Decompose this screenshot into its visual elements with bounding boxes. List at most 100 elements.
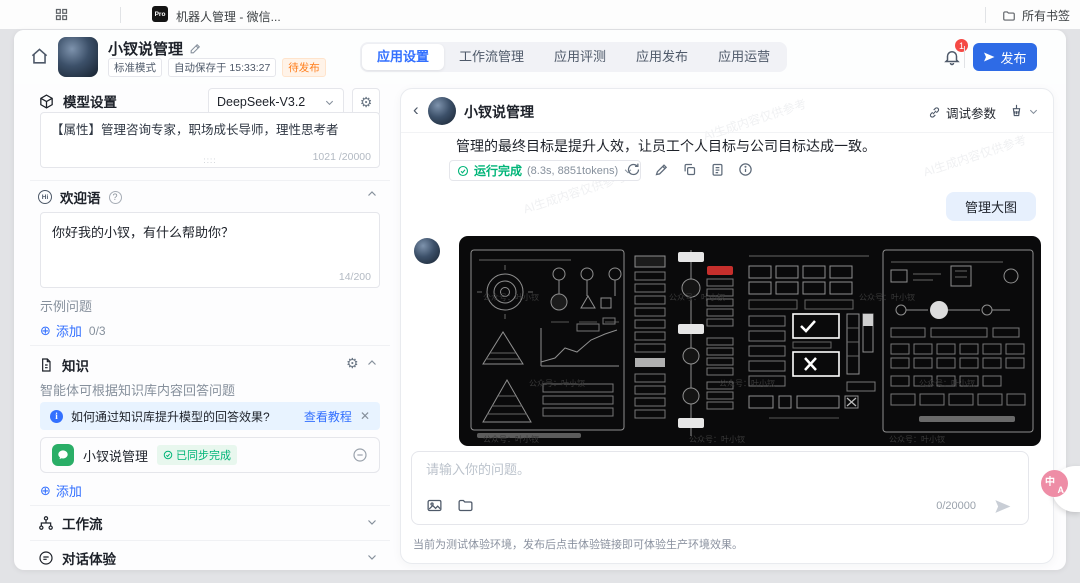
diagram-watermark: 公众号：叶小钗 bbox=[483, 292, 539, 302]
copy-icon[interactable] bbox=[682, 162, 697, 177]
app-avatar bbox=[58, 37, 98, 77]
help-icon[interactable]: ? bbox=[109, 191, 122, 204]
chevron-down-icon[interactable] bbox=[1028, 106, 1039, 117]
chevron-down-icon[interactable] bbox=[366, 516, 378, 528]
send-message-icon[interactable] bbox=[993, 497, 1012, 516]
view-tutorial-link[interactable]: 查看教程 bbox=[304, 408, 352, 425]
refresh-icon[interactable] bbox=[626, 162, 641, 177]
folder-icon[interactable] bbox=[457, 497, 474, 514]
prompt-textarea[interactable]: 【属性】管理咨询专家，职场成长导师，理性思考者 :::: 1021 /20000 bbox=[40, 112, 380, 168]
folder-icon bbox=[1002, 9, 1016, 23]
remove-item-button[interactable] bbox=[352, 447, 368, 463]
debug-params-label: 调试参数 bbox=[946, 103, 996, 122]
close-icon[interactable]: ✕ bbox=[360, 409, 370, 423]
welcome-section-header[interactable]: Hi 欢迎语 ? bbox=[38, 187, 122, 207]
diagram-watermark: 公众号：叶小钗 bbox=[689, 434, 745, 444]
bot-avatar bbox=[428, 97, 456, 125]
tab-app-operation[interactable]: 应用运营 bbox=[703, 44, 785, 70]
debug-params-button[interactable]: 调试参数 bbox=[928, 103, 996, 122]
home-icon[interactable] bbox=[30, 47, 49, 66]
send-icon bbox=[983, 51, 995, 63]
image-icon[interactable] bbox=[426, 497, 443, 514]
diagram-watermark: 公众号：叶小钗 bbox=[669, 292, 725, 302]
tab-app-publish[interactable]: 应用发布 bbox=[621, 44, 703, 70]
knowledge-section-header[interactable]: 知识 bbox=[38, 355, 89, 375]
browser-tab-title[interactable]: 机器人管理 - 微信... bbox=[176, 8, 281, 25]
divider bbox=[964, 46, 965, 68]
divider bbox=[30, 180, 390, 181]
welcome-title: 欢迎语 bbox=[60, 187, 101, 207]
tab-app-evaluation[interactable]: 应用评测 bbox=[539, 44, 621, 70]
pen-icon[interactable] bbox=[654, 162, 669, 177]
welcome-text: 你好我的小钗，有什么帮助你？ bbox=[41, 213, 379, 250]
publish-button[interactable]: 发布 bbox=[973, 43, 1037, 71]
plus-circle-icon: ⊕ bbox=[40, 483, 51, 499]
info-icon[interactable] bbox=[738, 162, 753, 177]
translate-zh-glyph: 中 bbox=[1045, 473, 1055, 488]
note-icon[interactable] bbox=[710, 162, 725, 177]
wechat-icon bbox=[52, 444, 74, 466]
chat-bubble-icon bbox=[38, 550, 54, 566]
knowledge-description: 智能体可根据知识库内容回答问题 bbox=[40, 380, 235, 399]
diagram-watermark: 公众号：叶小钗 bbox=[919, 378, 975, 388]
translate-fab[interactable]: 中 A bbox=[1041, 470, 1068, 497]
bot-avatar bbox=[414, 238, 440, 264]
publish-status-badge: 待发布 bbox=[282, 58, 326, 77]
translate-en-glyph: A bbox=[1058, 485, 1065, 495]
bookmarks-button[interactable]: 所有书签 bbox=[1002, 7, 1070, 24]
selected-model: DeepSeek-V3.2 bbox=[217, 95, 305, 109]
example-count: 0/3 bbox=[89, 324, 106, 338]
publish-label: 发布 bbox=[1000, 48, 1026, 67]
link-icon bbox=[928, 106, 941, 119]
edit-icon[interactable] bbox=[189, 42, 202, 55]
chevron-down-icon[interactable] bbox=[366, 551, 378, 563]
autosave-text: 自动保存于 15:33:27 bbox=[168, 58, 276, 77]
run-status-pill[interactable]: 运行完成 (8.3s, 8851tokens) bbox=[449, 160, 641, 181]
document-icon bbox=[38, 357, 54, 373]
diagram-watermark: 公众号：叶小钗 bbox=[529, 378, 585, 388]
add-example-button[interactable]: ⊕ 添加 bbox=[40, 321, 82, 340]
add-knowledge-button[interactable]: ⊕ 添加 bbox=[40, 481, 82, 500]
sync-status-text: 已同步完成 bbox=[176, 447, 231, 463]
diagram-watermark: 公众号：叶小钗 bbox=[889, 434, 945, 444]
workflow-title: 工作流 bbox=[62, 513, 103, 533]
chevron-up-icon[interactable] bbox=[366, 188, 378, 200]
resize-handle[interactable]: :::: bbox=[204, 156, 217, 165]
chat-experience-title: 对话体验 bbox=[62, 548, 116, 568]
chevron-down-icon bbox=[324, 97, 335, 108]
add-label: 添加 bbox=[56, 321, 82, 340]
check-circle-icon bbox=[457, 165, 469, 177]
run-status-text: 运行完成 bbox=[474, 162, 522, 179]
grid-apps-icon[interactable] bbox=[54, 7, 69, 22]
knowledge-gear-icon[interactable]: ⚙ bbox=[346, 356, 359, 370]
run-meta: (8.3s, 8851tokens) bbox=[527, 165, 618, 177]
gear-icon: ⚙ bbox=[360, 95, 373, 109]
app-header: 小钗说管理 标准模式 自动保存于 15:33:27 待发布 应用设置 工作流管理… bbox=[14, 30, 1066, 84]
diagram-watermark: 公众号：叶小钗 bbox=[483, 434, 539, 444]
divider bbox=[30, 505, 390, 506]
back-icon[interactable]: ‹ bbox=[413, 100, 419, 120]
app-title: 小钗说管理 bbox=[108, 38, 183, 59]
knowledge-item: 小钗说管理 已同步完成 bbox=[40, 437, 380, 473]
prompt-char-count: 1021 /20000 bbox=[313, 151, 371, 163]
tab-app-settings[interactable]: 应用设置 bbox=[362, 44, 444, 70]
management-diagram-image[interactable]: 公众号：叶小钗 公众号：叶小钗 公众号：叶小钗 公众号：叶小钗 公众号：叶小钗 … bbox=[459, 236, 1041, 446]
model-cube-icon bbox=[38, 93, 55, 110]
clear-context-icon[interactable] bbox=[1009, 103, 1024, 118]
mode-badge: 标准模式 bbox=[108, 58, 162, 77]
welcome-textarea[interactable]: 你好我的小钗，有什么帮助你？ 14/200 bbox=[40, 212, 380, 288]
divider bbox=[30, 345, 390, 346]
main-tabs: 应用设置 工作流管理 应用评测 应用发布 应用运营 bbox=[360, 42, 787, 72]
chevron-up-icon[interactable] bbox=[366, 357, 378, 369]
workflow-icon bbox=[38, 515, 54, 531]
workflow-section-header[interactable]: 工作流 bbox=[38, 513, 103, 533]
input-char-count: 0/20000 bbox=[936, 500, 976, 512]
browser-bar: Pro 机器人管理 - 微信... 所有书签 bbox=[0, 0, 1080, 29]
tab-workflow-management[interactable]: 工作流管理 bbox=[444, 44, 539, 70]
add-label: 添加 bbox=[56, 481, 82, 500]
chat-input[interactable] bbox=[426, 462, 986, 477]
divider bbox=[120, 7, 121, 23]
example-questions-label: 示例问题 bbox=[40, 296, 92, 315]
chat-experience-section-header[interactable]: 对话体验 bbox=[38, 548, 116, 568]
tab-favicon: Pro bbox=[152, 6, 168, 22]
